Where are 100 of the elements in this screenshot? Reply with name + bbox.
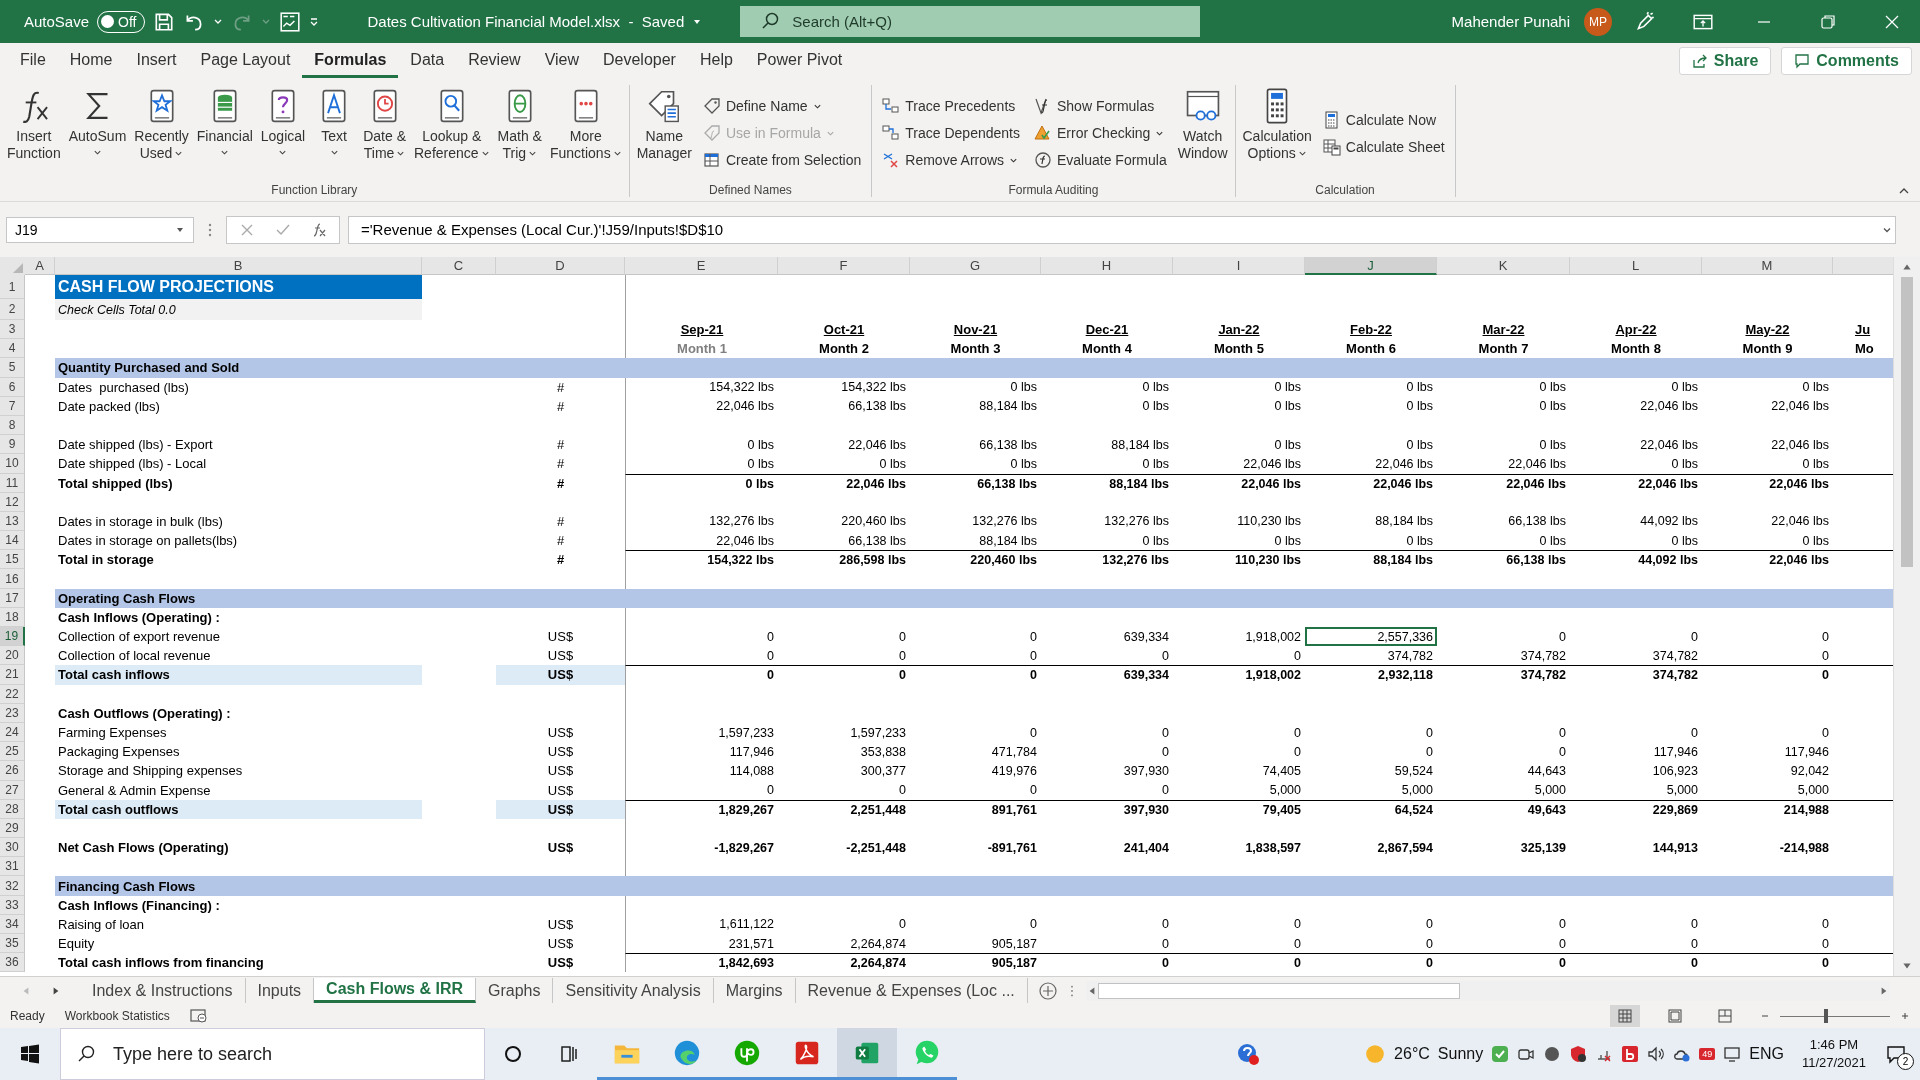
- sheet-tab[interactable]: Sensitivity Analysis: [553, 978, 714, 1003]
- row-header[interactable]: 1: [0, 275, 25, 299]
- row-header[interactable]: 2: [0, 299, 25, 320]
- row-header[interactable]: 36: [0, 953, 25, 973]
- ribbon-button[interactable]: Insert Function: [4, 85, 64, 181]
- user-avatar[interactable]: MP: [1584, 7, 1612, 36]
- sheet-tab[interactable]: Index & Instructions: [80, 978, 246, 1003]
- column-header[interactable]: F: [778, 257, 910, 275]
- row-header[interactable]: 35: [0, 934, 25, 954]
- help-icon[interactable]: [1236, 1042, 1261, 1066]
- ribbon-button[interactable]: Create from Selection: [700, 149, 864, 171]
- document-title[interactable]: Dates Cultivation Financial Model.xlsx - Saved: [367, 13, 685, 30]
- pen-icon[interactable]: [1634, 10, 1656, 33]
- ribbon-button[interactable]: Trace Precedents: [880, 95, 1022, 117]
- language-indicator[interactable]: ENG: [1749, 1045, 1784, 1063]
- scrollbar-thumb[interactable]: [1901, 277, 1913, 567]
- column-header[interactable]: E: [625, 257, 778, 275]
- ribbon-button[interactable]: Remove Arrows: [880, 149, 1022, 171]
- search-field[interactable]: Search (Alt+Q): [740, 6, 1201, 37]
- ribbon-button[interactable]: Watch Window: [1174, 85, 1231, 181]
- add-sheet-icon[interactable]: [1037, 980, 1058, 1001]
- row-header[interactable]: 30: [0, 838, 25, 858]
- row-header[interactable]: 25: [0, 742, 25, 762]
- ribbon-button[interactable]: Show Formulas: [1032, 95, 1169, 117]
- workbook-statistics[interactable]: Workbook Statistics: [64, 1009, 170, 1023]
- column-header[interactable]: A: [25, 257, 55, 275]
- normal-view-icon[interactable]: [1610, 1005, 1640, 1027]
- circle-icon[interactable]: [503, 1044, 523, 1064]
- circle-icon[interactable]: [1543, 1045, 1562, 1063]
- sheet-tab[interactable]: Graphs: [476, 978, 554, 1003]
- menu-tab[interactable]: Page Layout: [188, 44, 303, 78]
- ribbon-button[interactable]: Text: [310, 85, 359, 181]
- ribbon-button[interactable]: Math & Trig: [494, 85, 545, 181]
- ribbon-button[interactable]: Logical: [257, 85, 309, 181]
- ribbon-button[interactable]: Error Checking: [1032, 122, 1169, 144]
- calendar-badge[interactable]: 49: [1699, 1048, 1716, 1060]
- row-header[interactable]: 21: [0, 665, 25, 685]
- name-box[interactable]: J19: [6, 216, 194, 243]
- row-header[interactable]: 20: [0, 646, 25, 666]
- grip-icon[interactable]: [1069, 983, 1074, 998]
- share-button[interactable]: Share: [1678, 47, 1772, 75]
- ribbon-button[interactable]: AutoSum: [65, 85, 130, 181]
- ribbon-button[interactable]: Calculation Options: [1239, 85, 1315, 181]
- shield-icon[interactable]: [1569, 1045, 1588, 1063]
- customize-caret-icon[interactable]: [309, 16, 320, 27]
- sheet-tab[interactable]: Revenue & Expenses (Loc ...: [795, 978, 1028, 1003]
- row-header[interactable]: 19: [0, 627, 25, 647]
- comments-button[interactable]: Comments: [1781, 47, 1912, 75]
- menu-tab[interactable]: Help: [687, 44, 745, 78]
- row-header[interactable]: 3: [0, 320, 25, 340]
- row-header[interactable]: 15: [0, 550, 25, 570]
- sheet-tab[interactable]: Cash Flows & IRR: [314, 978, 476, 1003]
- scrollbar-thumb[interactable]: [1097, 982, 1460, 999]
- clock-date[interactable]: 11/27/2021: [1801, 1054, 1866, 1072]
- menu-tab[interactable]: Home: [57, 44, 125, 78]
- column-header[interactable]: H: [1041, 257, 1173, 275]
- vertical-scrollbar[interactable]: [1893, 257, 1920, 976]
- accessibility-icon[interactable]: [189, 1008, 208, 1024]
- row-header[interactable]: 10: [0, 454, 25, 474]
- spreadsheet-icon[interactable]: [837, 1028, 897, 1080]
- display-icon[interactable]: [1723, 1045, 1742, 1063]
- column-header[interactable]: L: [1570, 257, 1702, 275]
- menu-tab[interactable]: Data: [398, 44, 457, 78]
- ribbon-button[interactable]: Trace Dependents: [880, 122, 1022, 144]
- insert-function-icon[interactable]: [311, 221, 327, 238]
- speaker-icon[interactable]: [1647, 1045, 1666, 1063]
- column-header[interactable]: C: [422, 257, 496, 275]
- ribbon-button[interactable]: Calculate Sheet: [1320, 135, 1447, 158]
- grip-icon[interactable]: [208, 221, 212, 238]
- save-icon[interactable]: [153, 10, 176, 33]
- row-header[interactable]: 32: [0, 876, 25, 896]
- menu-tab[interactable]: Insert: [124, 44, 189, 78]
- menu-tab[interactable]: File: [8, 44, 58, 78]
- ribbon-button[interactable]: Date & Time: [360, 85, 409, 181]
- row-header[interactable]: 9: [0, 435, 25, 455]
- column-header[interactable]: G: [910, 257, 1041, 275]
- column-header[interactable]: D: [496, 257, 625, 275]
- ribbon-button[interactable]: Calculate Now: [1320, 108, 1447, 131]
- menu-tab[interactable]: Power Pivot: [744, 44, 855, 78]
- notifications-icon[interactable]: [1886, 1044, 1906, 1064]
- zoom-in-icon[interactable]: [1900, 1011, 1910, 1021]
- ribbon-button[interactable]: Name Manager: [633, 85, 695, 181]
- weather-text[interactable]: Sunny: [1437, 1045, 1484, 1063]
- ribbon-button[interactable]: Evaluate Formula: [1032, 149, 1169, 171]
- task-view-icon[interactable]: [559, 1044, 579, 1064]
- column-header[interactable]: M: [1702, 257, 1833, 275]
- column-header[interactable]: J: [1305, 257, 1437, 275]
- ribbon-button[interactable]: More Functions: [546, 85, 625, 181]
- check-icon[interactable]: [1491, 1045, 1510, 1063]
- menu-tab[interactable]: Developer: [591, 44, 688, 78]
- row-header[interactable]: 5: [0, 358, 25, 378]
- menu-tab[interactable]: View: [532, 44, 591, 78]
- row-header[interactable]: 16: [0, 569, 25, 589]
- taskbar-search-field[interactable]: Type here to search: [60, 1028, 485, 1080]
- column-header[interactable]: K: [1437, 257, 1570, 275]
- ribbon-button[interactable]: Define Name: [700, 95, 864, 117]
- clock-time[interactable]: 1:46 PM: [1809, 1036, 1859, 1054]
- sheet-tab[interactable]: Margins: [713, 978, 796, 1003]
- start-icon[interactable]: [20, 1044, 40, 1064]
- row-header[interactable]: 4: [0, 339, 25, 359]
